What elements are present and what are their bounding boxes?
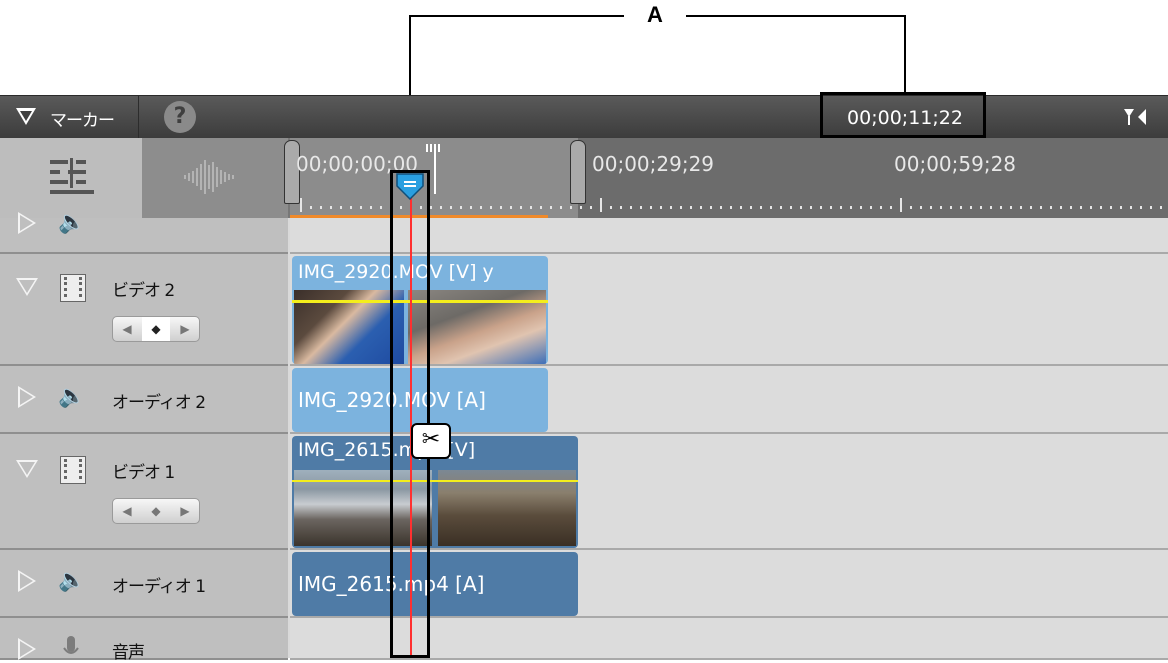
marker-menu-button[interactable]: マーカー <box>0 96 139 138</box>
track-header-video-2: ビデオ 2 ◀ ◆ ▶ <box>0 254 288 366</box>
collapse-triangle-icon[interactable] <box>16 460 38 478</box>
track-name-audio-2: オーディオ 2 <box>112 393 206 413</box>
callout-line-left <box>410 15 624 17</box>
track-header-partial: 🔈 <box>0 210 288 254</box>
film-icon <box>60 456 86 484</box>
callout-line-down-right <box>904 15 906 93</box>
dropdown-triangle-icon <box>16 108 36 125</box>
tick-label-1: 00;00;29;29 <box>592 152 715 176</box>
microphone-icon <box>63 636 79 654</box>
track-view-button[interactable] <box>0 138 142 218</box>
prev-keyframe-button[interactable]: ◀ <box>113 499 141 523</box>
track-layout-icon <box>50 158 94 194</box>
speaker-icon: 🔈 <box>58 568 86 593</box>
timecode-highlight-box <box>820 92 986 138</box>
expand-triangle-icon[interactable] <box>18 386 36 408</box>
ruler-row: 00;00;00;00 00;00;29;29 00;00;59;28 <box>0 138 1168 218</box>
waveform-icon <box>184 160 234 194</box>
track-area: 🔈 ビデオ 2 ◀ ◆ ▶ IMG_2920.MOV [V] y 🔈 オーディオ… <box>0 210 1168 663</box>
next-keyframe-button[interactable]: ▶ <box>171 499 199 523</box>
scissors-icon[interactable]: ✂ <box>411 423 451 459</box>
speaker-icon: 🔈 <box>58 210 86 235</box>
audio-mixer-button[interactable] <box>142 138 288 218</box>
track-name-voice: 音声 <box>112 643 145 663</box>
prev-keyframe-button[interactable]: ◀ <box>113 317 141 341</box>
expand-triangle-icon[interactable] <box>18 638 36 660</box>
keyframe-nav-video-1: ◀ ◆ ▶ <box>112 498 200 524</box>
add-keyframe-button[interactable]: ◆ <box>142 499 170 523</box>
playhead-highlight-box <box>390 170 430 658</box>
tick-label-2: 00;00;59;28 <box>894 152 1017 176</box>
collapse-triangle-icon[interactable] <box>16 278 38 296</box>
next-keyframe-button[interactable]: ▶ <box>171 317 199 341</box>
film-icon <box>60 274 86 302</box>
marker-label: マーカー <box>50 111 115 131</box>
track-header-voice: 音声 <box>0 618 288 663</box>
track-name-audio-1: オーディオ 1 <box>112 577 206 597</box>
callout-label: A <box>647 2 663 27</box>
opacity-line <box>292 480 578 482</box>
speaker-icon: 🔈 <box>58 384 86 409</box>
zoom-marker-icon <box>426 144 440 152</box>
add-keyframe-button[interactable]: ◆ <box>142 317 170 341</box>
track-header-audio-2: 🔈 オーディオ 2 <box>0 366 288 434</box>
zoom-marker-line <box>434 150 436 194</box>
help-icon[interactable]: ? <box>164 101 196 133</box>
callout-line-right <box>686 15 906 17</box>
expand-triangle-icon[interactable] <box>18 570 36 592</box>
expand-triangle-icon[interactable] <box>18 212 36 234</box>
track-header-video-1: ビデオ 1 ◀ ◆ ▶ <box>0 434 288 550</box>
timeline-toolbar: マーカー ? 00;00;11;22 <box>0 95 1168 138</box>
clip-audio-1[interactable]: IMG_2615.mp4 [A] <box>292 552 578 616</box>
track-header-audio-1: 🔈 オーディオ 1 <box>0 550 288 618</box>
work-area-end-handle[interactable] <box>570 140 586 204</box>
track-name-video-1: ビデオ 1 <box>112 463 175 483</box>
track-name-video-2: ビデオ 2 <box>112 281 175 301</box>
fit-timeline-icon[interactable] <box>1122 106 1148 128</box>
keyframe-nav-video-2: ◀ ◆ ▶ <box>112 316 200 342</box>
